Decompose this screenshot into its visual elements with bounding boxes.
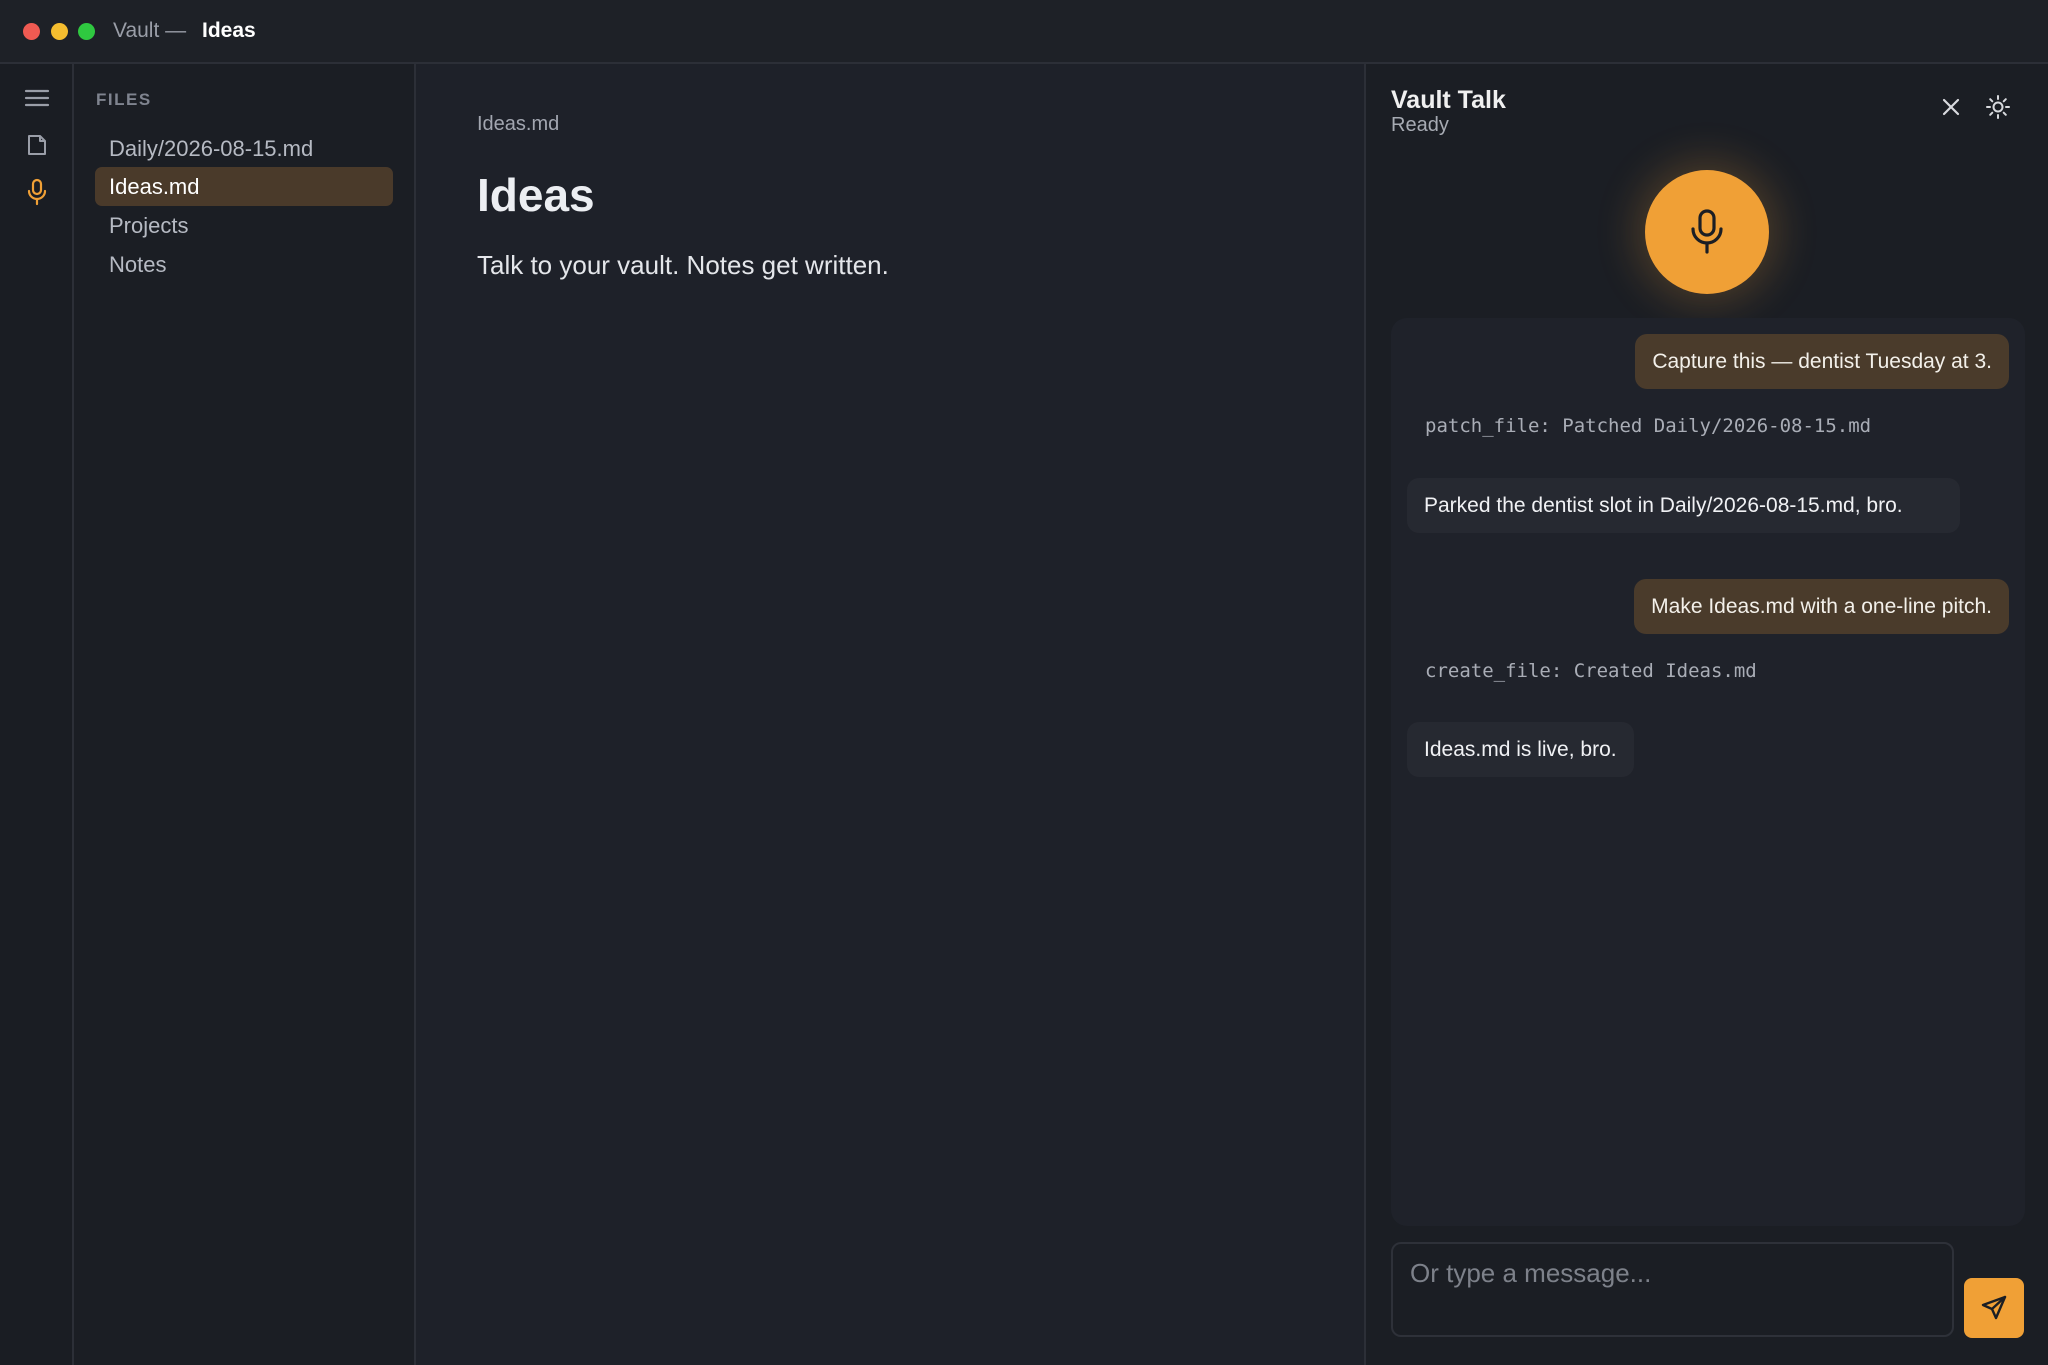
assistant-message: Parked the dentist slot in Daily/2026-08… xyxy=(1407,478,1960,533)
chat-transcript[interactable]: Capture this — dentist Tuesday at 3. pat… xyxy=(1391,318,2025,1226)
record-mic-button[interactable] xyxy=(1645,170,1769,294)
user-message: Make Ideas.md with a one-line pitch. xyxy=(1634,579,2009,634)
menu-icon[interactable] xyxy=(21,82,53,114)
editor-pane[interactable]: Ideas.md Ideas Talk to your vault. Notes… xyxy=(416,64,1366,1365)
chat-status: Ready xyxy=(1391,114,1449,136)
chat-title: Vault Talk xyxy=(1391,86,1506,114)
document-body[interactable]: Talk to your vault. Notes get written. xyxy=(477,250,889,281)
tool-call-message: create_file: Created Ideas.md xyxy=(1425,660,1757,682)
file-icon[interactable] xyxy=(21,129,53,161)
window-doc-title: Ideas xyxy=(202,19,256,42)
file-item-notes[interactable]: Notes xyxy=(95,245,393,284)
chat-panel: Vault Talk Ready Capture this — dentist … xyxy=(1366,64,2048,1365)
file-explorer: FILES Daily/2026-08-15.md Ideas.md Proje… xyxy=(74,64,416,1365)
file-item-ideas[interactable]: Ideas.md xyxy=(95,167,393,206)
tool-call-message: patch_file: Patched Daily/2026-08-15.md xyxy=(1425,415,1872,437)
close-icon[interactable] xyxy=(1936,92,1966,122)
title-bar: Vault — Ideas xyxy=(0,0,2048,64)
file-item-projects[interactable]: Projects xyxy=(95,206,393,245)
close-window-button[interactable] xyxy=(23,23,40,40)
user-message: Capture this — dentist Tuesday at 3. xyxy=(1635,334,2009,389)
mic-icon xyxy=(1691,209,1723,254)
icon-rail xyxy=(0,64,74,1365)
gear-icon[interactable] xyxy=(1983,92,2013,122)
assistant-message: Ideas.md is live, bro. xyxy=(1407,722,1634,777)
mic-icon[interactable] xyxy=(21,176,53,208)
message-input[interactable]: Or type a message... xyxy=(1391,1242,1954,1337)
send-button[interactable] xyxy=(1964,1278,2024,1338)
file-item-daily[interactable]: Daily/2026-08-15.md xyxy=(95,129,393,168)
send-icon xyxy=(1981,1295,2007,1320)
minimize-window-button[interactable] xyxy=(51,23,68,40)
window-app-title: Vault — xyxy=(113,19,187,42)
document-title[interactable]: Ideas xyxy=(477,168,595,222)
files-header: FILES xyxy=(96,90,152,109)
zoom-window-button[interactable] xyxy=(78,23,95,40)
breadcrumb: Ideas.md xyxy=(477,113,560,135)
